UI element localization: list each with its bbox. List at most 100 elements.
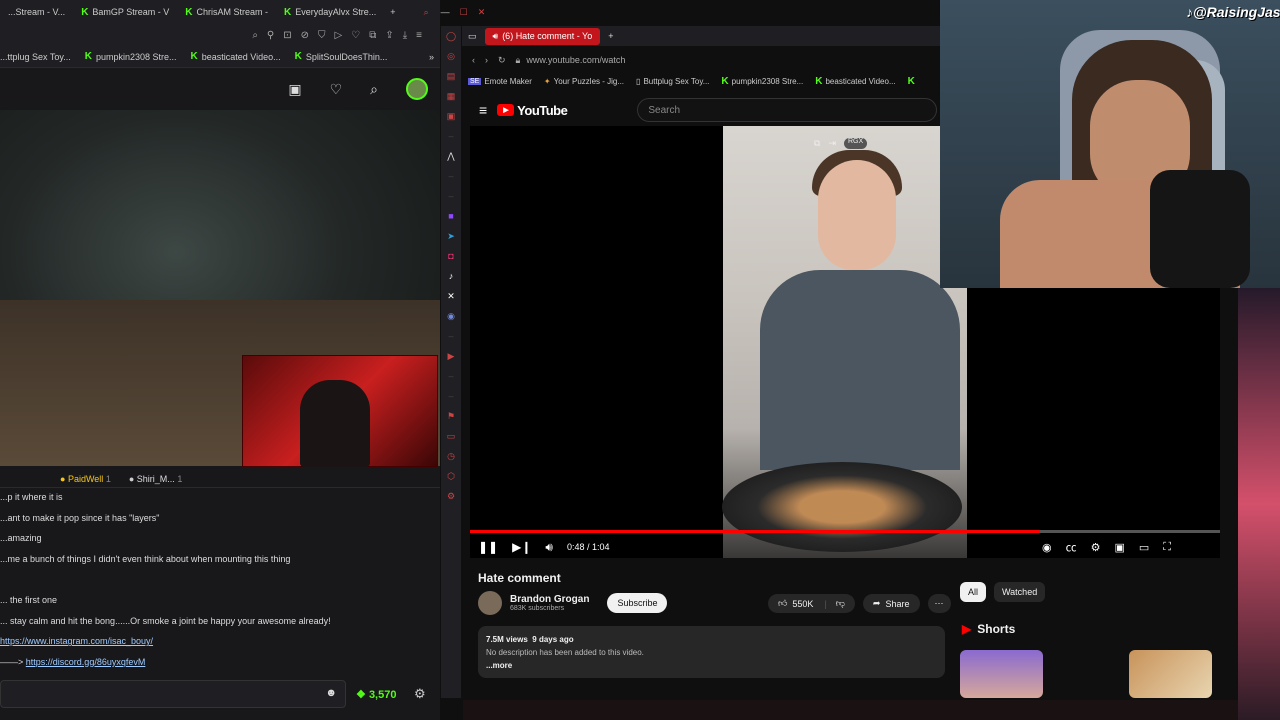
- new-tab-icon[interactable]: +: [608, 31, 613, 41]
- bookmark-page[interactable]: ▯ Buttplug Sex Toy...: [636, 77, 709, 86]
- video-progress-bar[interactable]: [470, 530, 1220, 533]
- new-tab-icon[interactable]: +: [384, 7, 401, 17]
- menu-icon[interactable]: ≡: [416, 30, 422, 41]
- telegram-icon[interactable]: ➤: [447, 226, 455, 246]
- instagram-icon[interactable]: ◘: [448, 246, 453, 266]
- chat-input[interactable]: ☻: [0, 680, 346, 708]
- like-button[interactable]: 👍︎ 550K | 👎︎: [768, 594, 855, 613]
- reload-icon[interactable]: ↻: [498, 55, 506, 66]
- pause-icon[interactable]: ❚❚: [478, 540, 498, 554]
- url-field[interactable]: www.youtube.com/watch: [526, 55, 625, 65]
- shield-icon[interactable]: ⛉: [318, 30, 326, 41]
- forward-icon[interactable]: ›: [485, 55, 488, 65]
- search-icon[interactable]: ⌕: [424, 7, 429, 18]
- arc-icon[interactable]: ⋀: [447, 146, 454, 166]
- chip-all[interactable]: All: [960, 582, 987, 602]
- player-icon[interactable]: ▶: [448, 346, 455, 366]
- minimize-icon[interactable]: —: [441, 7, 450, 17]
- news-icon[interactable]: ▣: [447, 106, 456, 126]
- left-tab-4[interactable]: K EverydayAlvx Stre...: [276, 0, 384, 24]
- short-thumbnail[interactable]: [960, 650, 1043, 698]
- left-tab-2[interactable]: K BamGP Stream - V: [73, 0, 177, 24]
- miniplayer-icon[interactable]: ▣: [1114, 541, 1124, 554]
- tabs-icon[interactable]: ▭: [447, 426, 456, 446]
- bag-icon[interactable]: ▤: [447, 66, 456, 86]
- rgx-icon[interactable]: RGX: [843, 138, 868, 149]
- more-link[interactable]: ...more: [486, 659, 937, 672]
- pinned-user-1[interactable]: ● PaidWell 1: [60, 474, 111, 484]
- more-actions-button[interactable]: ⋯: [927, 594, 951, 613]
- heart-icon[interactable]: ♡: [330, 81, 343, 98]
- chevron-right-icon[interactable]: »: [429, 52, 434, 62]
- discord-icon[interactable]: ◉: [447, 306, 455, 326]
- pin-icon[interactable]: ⚲: [267, 30, 274, 41]
- bookmark-icon[interactable]: ⚑: [447, 406, 455, 426]
- download-icon[interactable]: ⤓: [403, 30, 407, 41]
- share-icon[interactable]: ⇪: [385, 30, 393, 41]
- chat-link[interactable]: https://discord.gg/86uyxqfevM: [26, 657, 146, 667]
- avatar[interactable]: [406, 78, 428, 100]
- bookmark-4[interactable]: K SplitSoulDoesThin...: [295, 51, 388, 62]
- bookmark-3[interactable]: Kbeasticated Video...: [191, 51, 281, 62]
- subscribe-button[interactable]: Subscribe: [607, 593, 668, 613]
- bookmark-puzzles[interactable]: ✦ Your Puzzles - Jig...: [544, 77, 624, 86]
- x-icon[interactable]: ✕: [447, 286, 455, 306]
- active-tab[interactable]: 🔊︎ (6) Hate comment - Yo: [484, 27, 601, 45]
- close-icon[interactable]: ✕: [478, 7, 486, 18]
- feed-icon[interactable]: ▦: [447, 86, 456, 106]
- pip-icon[interactable]: ⇥: [828, 138, 836, 149]
- hamburger-icon[interactable]: ≡: [479, 102, 487, 118]
- search-input[interactable]: Search: [637, 98, 938, 122]
- share-button[interactable]: ➦ Share: [862, 594, 920, 613]
- captions-icon[interactable]: ㏄: [1066, 539, 1077, 555]
- tab-list-icon[interactable]: ▭: [462, 31, 477, 42]
- youtube-logo[interactable]: ▶ YouTube: [497, 102, 568, 118]
- chip-watched[interactable]: Watched: [994, 582, 1046, 602]
- twitch-icon[interactable]: ■: [448, 206, 453, 226]
- next-icon[interactable]: ▶❙: [512, 540, 531, 554]
- kick-icon[interactable]: K: [908, 76, 915, 87]
- pinned-user-2[interactable]: ● Shiri_M... 1: [129, 474, 183, 484]
- play-icon[interactable]: ▷: [335, 30, 343, 41]
- aria-icon[interactable]: ◎: [447, 46, 455, 66]
- maximize-icon[interactable]: ☐: [460, 7, 468, 18]
- logo-text: YouTube: [517, 102, 568, 118]
- history-icon[interactable]: ◷: [447, 446, 455, 466]
- copy-icon[interactable]: ⧉: [814, 138, 820, 149]
- heart-icon[interactable]: ♡: [351, 30, 360, 41]
- extensions-icon[interactable]: ⬡: [447, 466, 455, 486]
- description-box[interactable]: 7.5M views 9 days ago No description has…: [478, 626, 945, 678]
- short-thumbnail[interactable]: [1129, 650, 1212, 698]
- bookmark-emote-maker[interactable]: SE Emote Maker: [468, 77, 532, 86]
- channel-points[interactable]: ❖ 3,570: [356, 688, 396, 701]
- thumbs-down-icon[interactable]: 👎︎: [836, 598, 845, 609]
- channel-name[interactable]: Brandon Grogan: [510, 594, 589, 605]
- crop-icon[interactable]: ⊡: [283, 30, 291, 41]
- left-tab-3[interactable]: K ChrisAM Stream -: [177, 0, 276, 24]
- left-tab-1[interactable]: ...Stream - V...: [0, 0, 73, 24]
- channel-avatar[interactable]: [478, 591, 502, 615]
- chat-settings-icon[interactable]: ⚙: [414, 686, 426, 702]
- settings-icon[interactable]: ⚙: [1091, 541, 1101, 554]
- extensions-icon[interactable]: ⧉: [369, 30, 376, 41]
- bookmark-2[interactable]: Kpumpkin2308 Stre...: [85, 51, 177, 62]
- bookmark-1[interactable]: ...ttplug Sex Toy...: [0, 52, 71, 62]
- search-icon[interactable]: ⌕: [370, 81, 378, 98]
- back-icon[interactable]: ‹: [472, 55, 475, 65]
- volume-icon[interactable]: 🔊︎: [545, 540, 553, 555]
- block-icon[interactable]: ⊘: [301, 30, 309, 41]
- bookmark-pumpkin[interactable]: Kpumpkin2308 Stre...: [721, 76, 803, 87]
- tiktok-icon[interactable]: ♪: [449, 266, 454, 286]
- settings-icon[interactable]: ⚙: [447, 486, 455, 506]
- fullscreen-icon[interactable]: ⛶: [1163, 541, 1171, 554]
- emoji-icon[interactable]: ☻: [325, 687, 337, 699]
- opera-icon[interactable]: ◯: [446, 26, 456, 46]
- tab-label: ChrisAM Stream -: [196, 7, 269, 17]
- zoom-icon[interactable]: ⌕: [252, 30, 258, 41]
- short-thumbnail[interactable]: [1046, 650, 1126, 698]
- chat-link[interactable]: https://www.instagram.com/isac_bouy/: [0, 636, 153, 646]
- autoplay-toggle[interactable]: ◉: [1042, 541, 1052, 554]
- store-icon[interactable]: ▣: [288, 81, 301, 98]
- theater-icon[interactable]: ▭: [1139, 541, 1149, 554]
- bookmark-beasticated[interactable]: Kbeasticated Video...: [815, 76, 895, 87]
